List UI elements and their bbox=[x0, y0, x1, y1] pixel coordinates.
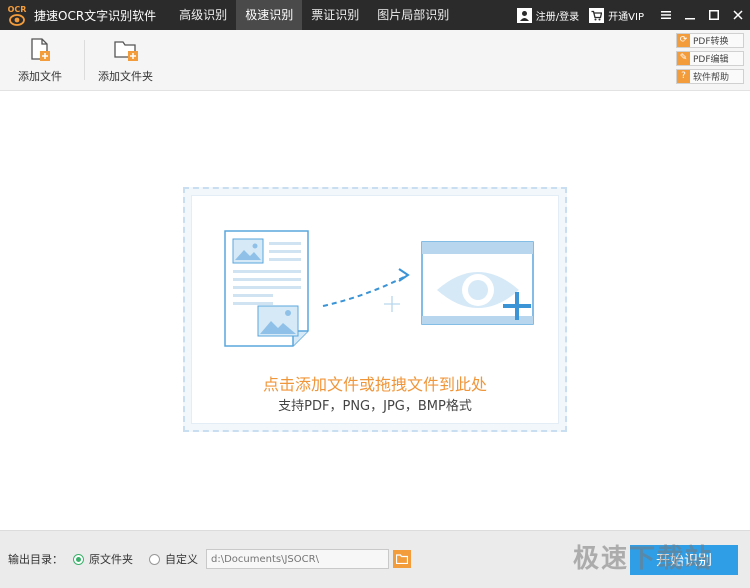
radio-original-folder[interactable] bbox=[73, 553, 84, 565]
logo-text: OCR bbox=[7, 4, 27, 14]
title-bar: OCR 捷速OCR文字识别软件 高级识别 极速识别 票证识别 图片局部识别 注册… bbox=[0, 0, 750, 30]
help-button[interactable]: ? 软件帮助 bbox=[676, 69, 744, 84]
bottom-bar: 输出目录： 原文件夹 自定义 开始识别 bbox=[0, 530, 750, 588]
vip-button[interactable]: 开通VIP bbox=[589, 7, 644, 23]
login-button[interactable]: 注册/登录 bbox=[516, 7, 580, 23]
vip-label: 开通VIP bbox=[608, 11, 644, 23]
drop-zone-subtitle: 支持PDF，PNG，JPG，BMP格式 bbox=[278, 399, 472, 414]
start-label: 开始识别 bbox=[656, 553, 712, 569]
close-icon bbox=[733, 10, 743, 20]
drop-illustration bbox=[224, 230, 534, 347]
title-right: 注册/登录 开通VIP bbox=[516, 0, 750, 30]
minimize-button[interactable] bbox=[678, 0, 702, 30]
user-icon bbox=[516, 7, 532, 23]
radio-custom-folder[interactable] bbox=[149, 553, 160, 565]
add-file-button[interactable]: 添加文件 bbox=[18, 38, 62, 84]
pdf-edit-button[interactable]: ✎ PDF编辑 bbox=[676, 51, 744, 66]
tab-partial-image[interactable]: 图片局部识别 bbox=[368, 0, 458, 30]
login-label: 注册/登录 bbox=[535, 11, 580, 23]
app-logo: OCR bbox=[4, 0, 30, 30]
add-folder-label: 添加文件夹 bbox=[98, 70, 153, 83]
pdf-convert-button[interactable]: ⟳ PDF转换 bbox=[676, 33, 744, 48]
help-label: 软件帮助 bbox=[693, 73, 730, 83]
menu-icon bbox=[661, 11, 671, 19]
arrow-path bbox=[322, 275, 407, 307]
pdf-edit-label: PDF编辑 bbox=[693, 55, 729, 65]
close-button[interactable] bbox=[726, 0, 750, 30]
crosshair bbox=[384, 296, 400, 312]
custom-folder-label: 自定义 bbox=[165, 553, 198, 566]
app-title: 捷速OCR文字识别软件 bbox=[34, 8, 157, 23]
output-path-input[interactable] bbox=[206, 549, 389, 569]
side-buttons: ⟳ PDF转换 ✎ PDF编辑 ? 软件帮助 bbox=[676, 33, 744, 84]
browse-folder-button[interactable] bbox=[393, 550, 411, 568]
start-recognition-button[interactable]: 开始识别 bbox=[630, 545, 738, 575]
tab-advanced[interactable]: 高级识别 bbox=[170, 0, 236, 30]
add-folder-icon bbox=[113, 41, 138, 61]
original-folder-label: 原文件夹 bbox=[89, 553, 133, 566]
window-eye-icon bbox=[421, 241, 534, 325]
document-icon bbox=[224, 230, 309, 347]
file-drop-zone[interactable]: 点击添加文件或拖拽文件到此处 支持PDF，PNG，JPG，BMP格式 bbox=[183, 187, 567, 432]
add-file-icon bbox=[31, 38, 50, 61]
pdf-convert-icon: ⟳ bbox=[677, 34, 690, 47]
toolbar-divider bbox=[84, 40, 85, 80]
arrow-head bbox=[398, 268, 410, 282]
cart-icon bbox=[589, 7, 605, 23]
pdf-edit-icon: ✎ bbox=[677, 52, 690, 65]
toolbar: 添加文件 添加文件夹 ⟳ PDF转换 ✎ PDF编辑 ? 软件帮助 bbox=[0, 30, 750, 91]
eye-icon bbox=[9, 13, 25, 26]
main-nav: 高级识别 极速识别 票证识别 图片局部识别 bbox=[170, 0, 458, 30]
drop-zone-inner: 点击添加文件或拖拽文件到此处 支持PDF，PNG，JPG，BMP格式 bbox=[191, 195, 559, 424]
output-label: 输出目录： bbox=[8, 553, 63, 566]
help-icon: ? bbox=[677, 70, 690, 83]
tab-fast[interactable]: 极速识别 bbox=[236, 0, 303, 30]
minimize-icon bbox=[685, 18, 695, 20]
pdf-convert-label: PDF转换 bbox=[693, 37, 729, 47]
drop-zone-title: 点击添加文件或拖拽文件到此处 bbox=[262, 375, 487, 394]
folder-icon bbox=[396, 554, 408, 564]
maximize-icon bbox=[709, 10, 719, 20]
add-folder-button[interactable]: 添加文件夹 bbox=[98, 38, 153, 84]
menu-button[interactable] bbox=[654, 0, 678, 30]
output-row: 输出目录： 原文件夹 自定义 bbox=[8, 549, 411, 569]
add-file-label: 添加文件 bbox=[18, 70, 62, 83]
tab-ticket[interactable]: 票证识别 bbox=[302, 0, 368, 30]
maximize-button[interactable] bbox=[702, 0, 726, 30]
